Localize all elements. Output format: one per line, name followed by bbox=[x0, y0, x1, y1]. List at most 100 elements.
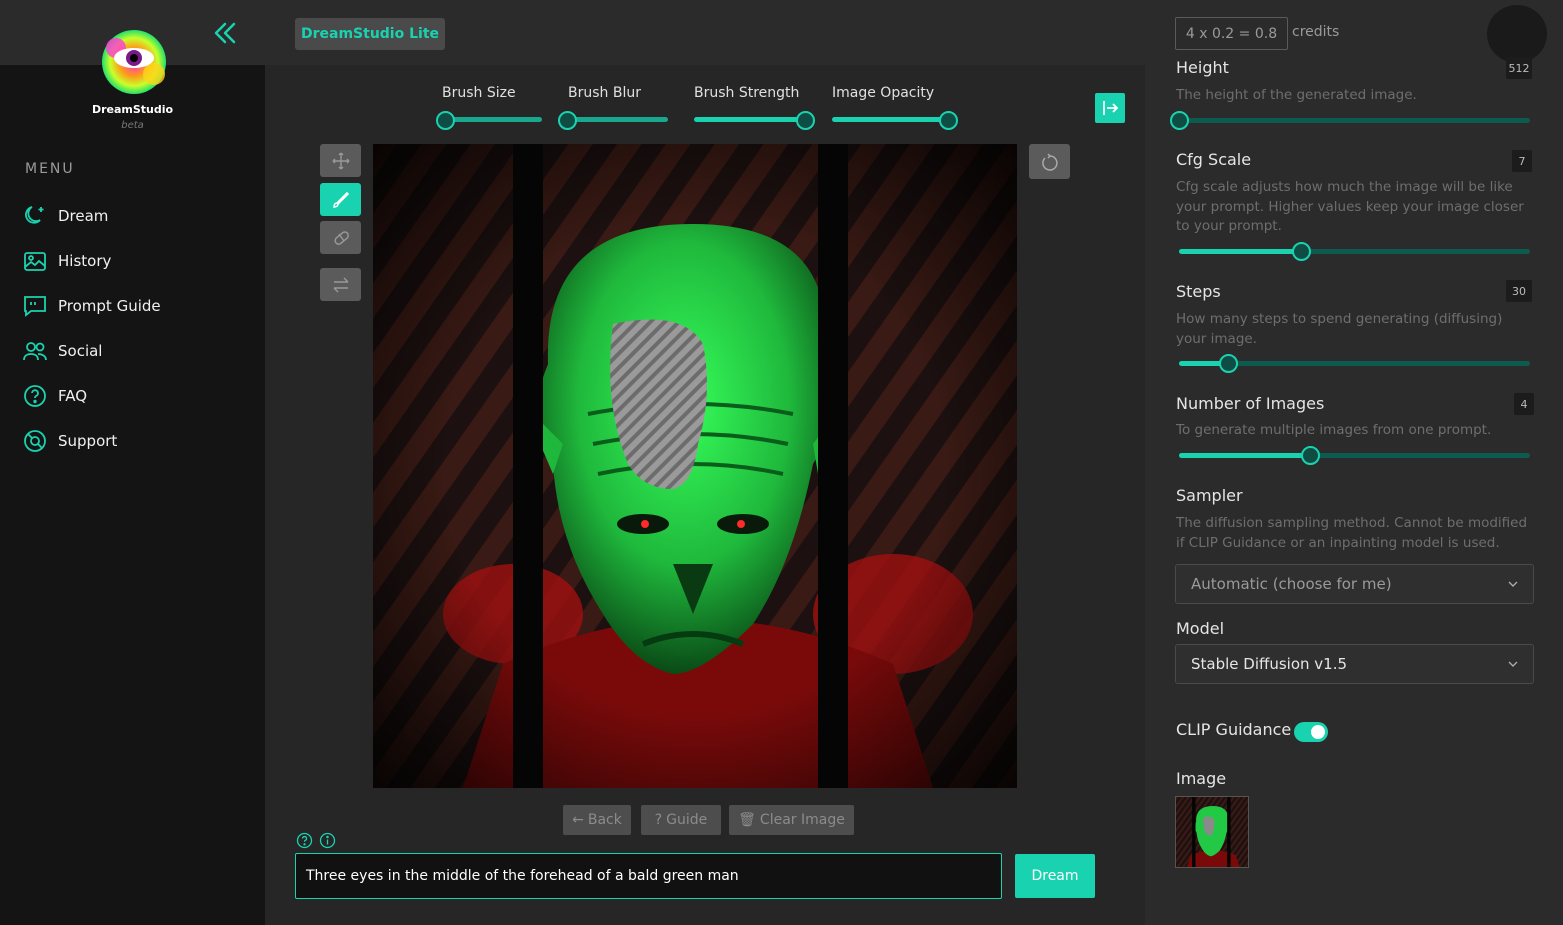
clear-label: Clear Image bbox=[759, 812, 845, 828]
height-slider[interactable] bbox=[1170, 111, 1530, 130]
steps-title: Steps bbox=[1176, 282, 1221, 301]
sidebar-item-label: Prompt Guide bbox=[58, 296, 161, 315]
chevron-down-icon bbox=[1508, 581, 1518, 587]
brush-tool-button[interactable] bbox=[320, 183, 361, 216]
dream-button[interactable]: Dream bbox=[1015, 854, 1095, 898]
eraser-tool-button[interactable] bbox=[320, 221, 361, 254]
move-tool-button[interactable] bbox=[320, 144, 361, 177]
brush-size-track[interactable] bbox=[442, 117, 542, 122]
number-of-images-title: Number of Images bbox=[1176, 394, 1325, 413]
image-opacity-track[interactable] bbox=[832, 117, 950, 122]
inpaint-canvas[interactable] bbox=[373, 144, 1017, 788]
brush-blur-slider[interactable]: Brush Blur bbox=[568, 85, 641, 101]
swap-tool-button[interactable] bbox=[320, 268, 361, 301]
question-circle-icon[interactable] bbox=[296, 832, 313, 849]
guide-label: Guide bbox=[666, 812, 708, 828]
clip-guidance-title: CLIP Guidance bbox=[1176, 720, 1292, 739]
steps-slider-knob[interactable] bbox=[1219, 354, 1238, 373]
quote-bubble-icon bbox=[24, 295, 46, 317]
clear-image-button[interactable]: 🗑 Clear Image bbox=[729, 805, 854, 835]
height-slider-knob[interactable] bbox=[1170, 111, 1189, 130]
sidebar-item-label: Dream bbox=[58, 206, 109, 225]
image-gallery-icon bbox=[24, 251, 46, 271]
tab-dreamstudio-lite[interactable]: DreamStudio Lite bbox=[295, 18, 445, 50]
brush-size-slider[interactable]: Brush Size bbox=[442, 85, 516, 101]
brush-strength-slider[interactable]: Brush Strength bbox=[694, 85, 799, 101]
credits-cost: 4 x 0.2 = 0.8 bbox=[1175, 17, 1288, 50]
cfg-scale-value: 7 bbox=[1512, 150, 1532, 172]
image-opacity-slider[interactable]: Image Opacity bbox=[832, 85, 934, 101]
moon-sparkle-icon bbox=[25, 205, 44, 224]
sidebar-item-faq[interactable]: FAQ bbox=[22, 373, 161, 418]
number-of-images-slider[interactable] bbox=[1179, 446, 1530, 465]
brush-blur-label: Brush Blur bbox=[568, 85, 641, 101]
brush-size-label: Brush Size bbox=[442, 85, 516, 101]
support-icon bbox=[24, 429, 46, 452]
prompt-input[interactable]: Three eyes in the middle of the forehead… bbox=[295, 853, 1002, 899]
sidebar-item-dream[interactable]: Dream bbox=[22, 193, 161, 238]
sampler-title: Sampler bbox=[1176, 486, 1243, 505]
number-of-images-slider-knob[interactable] bbox=[1301, 446, 1320, 465]
sidebar-item-social[interactable]: Social bbox=[22, 328, 161, 373]
height-value: 512 bbox=[1506, 57, 1532, 79]
exit-arrow-icon bbox=[1103, 101, 1119, 115]
image-thumbnail-preview bbox=[1176, 797, 1248, 867]
cfg-scale-slider-fill bbox=[1179, 249, 1302, 254]
top-bar bbox=[265, 0, 1563, 65]
brand-name: DreamStudio bbox=[91, 103, 174, 116]
reset-canvas-button[interactable] bbox=[1029, 144, 1070, 179]
brush-strength-track[interactable] bbox=[694, 117, 806, 122]
brush-strength-knob[interactable] bbox=[796, 111, 815, 130]
image-thumbnail[interactable] bbox=[1175, 796, 1249, 868]
eraser-icon bbox=[333, 230, 349, 245]
sampler-selected: Automatic (choose for me) bbox=[1191, 575, 1392, 593]
swap-arrows-icon bbox=[333, 277, 348, 292]
cfg-scale-title: Cfg Scale bbox=[1176, 150, 1252, 169]
sidebar-nav: Dream History Prompt Guide Social FAQ Su… bbox=[22, 193, 161, 463]
sampler-select[interactable]: Automatic (choose for me) bbox=[1175, 564, 1534, 604]
brush-blur-track[interactable] bbox=[568, 117, 668, 122]
sidebar-item-history[interactable]: History bbox=[22, 238, 161, 283]
credits-label: credits bbox=[1292, 24, 1340, 40]
collapse-sidebar-icon[interactable] bbox=[212, 20, 238, 46]
arrow-left-icon: ← bbox=[572, 812, 584, 828]
brush-strength-label: Brush Strength bbox=[694, 85, 800, 101]
avatar[interactable] bbox=[1487, 5, 1547, 63]
rotate-icon bbox=[1041, 152, 1058, 171]
prompt-help-icons bbox=[296, 832, 336, 849]
clip-guidance-toggle[interactable] bbox=[1294, 722, 1328, 742]
back-button[interactable]: ← Back bbox=[563, 805, 631, 835]
steps-slider[interactable] bbox=[1179, 354, 1530, 373]
sidebar-item-support[interactable]: Support bbox=[22, 418, 161, 463]
info-circle-icon[interactable] bbox=[319, 832, 336, 849]
sidebar-item-label: Social bbox=[58, 341, 103, 360]
height-title: Height bbox=[1176, 58, 1229, 77]
steps-value: 30 bbox=[1506, 280, 1532, 302]
model-selected: Stable Diffusion v1.5 bbox=[1191, 655, 1348, 673]
brand-subtitle: beta bbox=[121, 120, 144, 131]
brush-blur-knob[interactable] bbox=[558, 111, 577, 130]
question-circle-icon bbox=[24, 384, 46, 407]
menu-title: MENU bbox=[25, 161, 75, 177]
exit-editor-button[interactable] bbox=[1095, 93, 1125, 123]
steps-desc: How many steps to spend generating (diff… bbox=[1176, 311, 1503, 347]
sidebar-item-prompt-guide[interactable]: Prompt Guide bbox=[22, 283, 161, 328]
sidebar-item-label: History bbox=[58, 251, 112, 270]
model-select[interactable]: Stable Diffusion v1.5 bbox=[1175, 644, 1534, 684]
brush-icon bbox=[332, 191, 349, 208]
image-title: Image bbox=[1176, 769, 1227, 788]
cfg-scale-slider[interactable] bbox=[1179, 242, 1530, 261]
cfg-scale-slider-knob[interactable] bbox=[1292, 242, 1311, 261]
brush-size-knob[interactable] bbox=[436, 111, 455, 130]
image-opacity-knob[interactable] bbox=[939, 111, 958, 130]
sidebar-item-label: FAQ bbox=[58, 386, 88, 405]
back-label: Back bbox=[587, 812, 622, 828]
number-of-images-value: 4 bbox=[1514, 393, 1534, 415]
number-of-images-desc: To generate multiple images from one pro… bbox=[1176, 422, 1492, 438]
model-title: Model bbox=[1176, 619, 1225, 638]
move-icon bbox=[332, 152, 349, 169]
users-icon bbox=[23, 341, 47, 360]
guide-button[interactable]: ? Guide bbox=[641, 805, 721, 835]
chevron-down-icon bbox=[1508, 661, 1518, 667]
cfg-scale-desc: Cfg scale adjusts how much the image wil… bbox=[1176, 179, 1524, 234]
